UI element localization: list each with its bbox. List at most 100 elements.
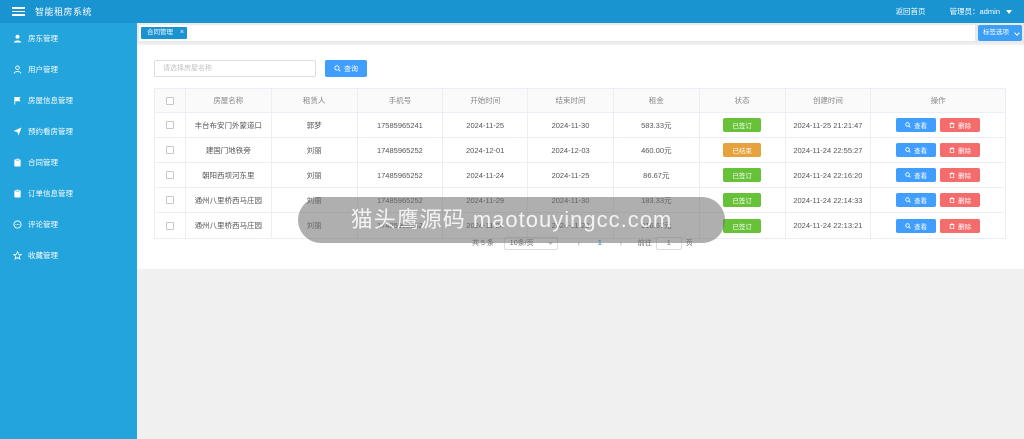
goto-label: 前往 <box>637 240 652 247</box>
cell-tenant: 刘丽 <box>272 188 358 212</box>
view-button-label: 查看 <box>914 198 928 205</box>
row-checkbox[interactable] <box>165 121 174 129</box>
cell-tenant: 郭梦 <box>272 113 358 137</box>
sidebar-item-favorites[interactable]: 收藏管理 <box>0 240 137 271</box>
col-header-created: 创建时间 <box>786 89 872 112</box>
page-size-select[interactable]: 10条/页 <box>503 236 558 250</box>
select-all-checkbox[interactable] <box>165 96 174 105</box>
sidebar-item-orders[interactable]: 订单信息管理 <box>0 178 137 209</box>
view-button[interactable]: 查看 <box>896 118 937 132</box>
query-button[interactable]: 查询 <box>325 60 367 77</box>
cell-rent: 460.00元 <box>614 138 700 162</box>
delete-button[interactable]: 删除 <box>940 118 981 132</box>
cell-rent: 86.67元 <box>614 163 700 187</box>
app-title: 智能租房系统 <box>35 7 93 17</box>
tab-options-label: 标签选项 <box>983 29 1009 36</box>
cell-house-name: 朝阳西坝河东里 <box>186 163 272 187</box>
next-page-button[interactable]: › <box>614 239 628 248</box>
col-header-actions: 操作 <box>930 96 946 105</box>
sidebar-item-label: 房屋信息管理 <box>28 96 73 105</box>
sidebar-item-label: 评论管理 <box>28 220 58 229</box>
cell-house-name: 建国门地铁旁 <box>186 138 272 162</box>
sidebar-item-comments[interactable]: 评论管理 <box>0 209 137 240</box>
close-icon[interactable]: × <box>180 27 184 39</box>
cell-tenant: 刘丽 <box>272 138 358 162</box>
status-badge[interactable]: 已签订 <box>723 168 762 182</box>
delete-button[interactable]: 删除 <box>940 143 981 157</box>
sidebar-item-label: 收藏管理 <box>28 251 58 260</box>
trash-icon <box>949 147 955 153</box>
view-button[interactable]: 查看 <box>896 193 937 207</box>
row-actions: 查看 删除 <box>896 168 981 182</box>
view-button[interactable]: 查看 <box>896 218 937 233</box>
status-badge[interactable]: 已签订 <box>723 218 762 233</box>
status-badge[interactable]: 已签订 <box>723 193 762 207</box>
col-header-phone: 手机号 <box>358 89 444 112</box>
cell-house-name: 丰台布安门外蒙道口 <box>186 113 272 137</box>
goto-page-input[interactable] <box>655 236 682 250</box>
house-name-search-input[interactable] <box>154 60 316 77</box>
delete-button[interactable]: 删除 <box>940 218 981 233</box>
user-outline-icon <box>12 65 22 75</box>
cell-created-time: 2024-11-25 21:21:47 <box>786 113 872 137</box>
sidebar-item-viewings[interactable]: 预约看房管理 <box>0 116 137 147</box>
tab-contracts[interactable]: 合同管理 × <box>141 27 187 39</box>
row-actions: 查看 删除 <box>896 218 981 233</box>
page-size-value: 10条/页 <box>509 240 534 247</box>
col-header-rent: 租金 <box>614 89 700 112</box>
query-button-label: 查询 <box>344 65 358 73</box>
delete-button[interactable]: 删除 <box>940 168 981 182</box>
row-actions: 查看 删除 <box>896 193 981 207</box>
admin-menu[interactable]: 管理员：admin <box>950 6 1012 17</box>
trash-icon <box>949 122 955 128</box>
cell-phone: 17585965241 <box>358 113 444 137</box>
cell-end-date: 2024-11-30 <box>528 113 614 137</box>
home-link[interactable]: 返回首页 <box>896 6 926 17</box>
cell-tenant: 刘丽 <box>272 163 358 187</box>
sidebar-item-label: 用户管理 <box>28 65 58 74</box>
cell-house-name: 通州八里桥西马庄园 <box>186 213 272 238</box>
table-row: 丰台布安门外蒙道口 郭梦 17585965241 2024-11-25 2024-11-… <box>155 113 1005 138</box>
sidebar-item-users[interactable]: 用户管理 <box>0 54 137 85</box>
cell-rent: 583.33元 <box>614 113 700 137</box>
sidebar-item-contracts[interactable]: 合同管理 <box>0 147 137 178</box>
tab-options-button[interactable]: 标签选项 <box>978 25 1022 41</box>
row-checkbox[interactable] <box>165 171 174 179</box>
cell-start-date: 2024-11-24 <box>443 213 529 238</box>
view-button-label: 查看 <box>914 123 928 130</box>
status-badge[interactable]: 已结束 <box>723 143 762 157</box>
cell-rent: 916.67元 <box>614 213 700 238</box>
cell-start-date: 2024-11-24 <box>443 163 529 187</box>
cell-end-date: 2024-11-30 <box>528 188 614 212</box>
delete-button[interactable]: 删除 <box>940 193 981 207</box>
trash-icon <box>949 172 955 178</box>
row-checkbox[interactable] <box>165 146 174 154</box>
cell-rent: 183.33元 <box>614 188 700 212</box>
cell-created-time: 2024-11-24 22:13:21 <box>786 213 872 238</box>
table-row: 朝阳西坝河东里 刘丽 17485965252 2024-11-24 2024-11-25… <box>155 163 1005 188</box>
status-badge[interactable]: 已签订 <box>723 118 762 132</box>
star-icon <box>12 251 22 261</box>
delete-button-label: 删除 <box>958 198 972 205</box>
menu-toggle-icon[interactable] <box>12 7 25 16</box>
table-row: 建国门地铁旁 刘丽 17485965252 2024-12-01 2024-12-03 4… <box>155 138 1005 163</box>
sidebar-item-houses[interactable]: 房屋信息管理 <box>0 85 137 116</box>
cell-start-date: 2024-11-29 <box>443 188 529 212</box>
admin-label: 管理员：admin <box>949 7 1000 16</box>
delete-button-label: 删除 <box>958 123 972 130</box>
chat-icon <box>12 220 22 230</box>
tab-label: 合同管理 <box>147 29 173 36</box>
page-number-current[interactable]: 1 <box>592 240 608 247</box>
row-checkbox[interactable] <box>165 196 174 204</box>
table-row: 通州八里桥西马庄园 刘丽 17485965252 2024-11-29 2024-11-… <box>155 188 1005 213</box>
clipboard-icon <box>12 189 22 199</box>
view-button[interactable]: 查看 <box>896 143 937 157</box>
row-checkbox[interactable] <box>165 221 174 230</box>
table-header-row: 房屋名称 租赁人 手机号 开始时间 结束时间 租金 状态 创建时间 操作 <box>155 89 1005 113</box>
view-button[interactable]: 查看 <box>896 168 937 182</box>
cell-phone: 17485965252 <box>358 163 444 187</box>
prev-page-button[interactable]: ‹ <box>572 239 586 248</box>
sidebar-item-landlord[interactable]: 房东管理 <box>0 23 137 54</box>
cell-phone: 17485965252 <box>358 138 444 162</box>
main-content: 查询 房屋名称 租赁人 手机号 开始时间 结束时间 租金 状态 创建时间 操作 … <box>137 45 1024 269</box>
